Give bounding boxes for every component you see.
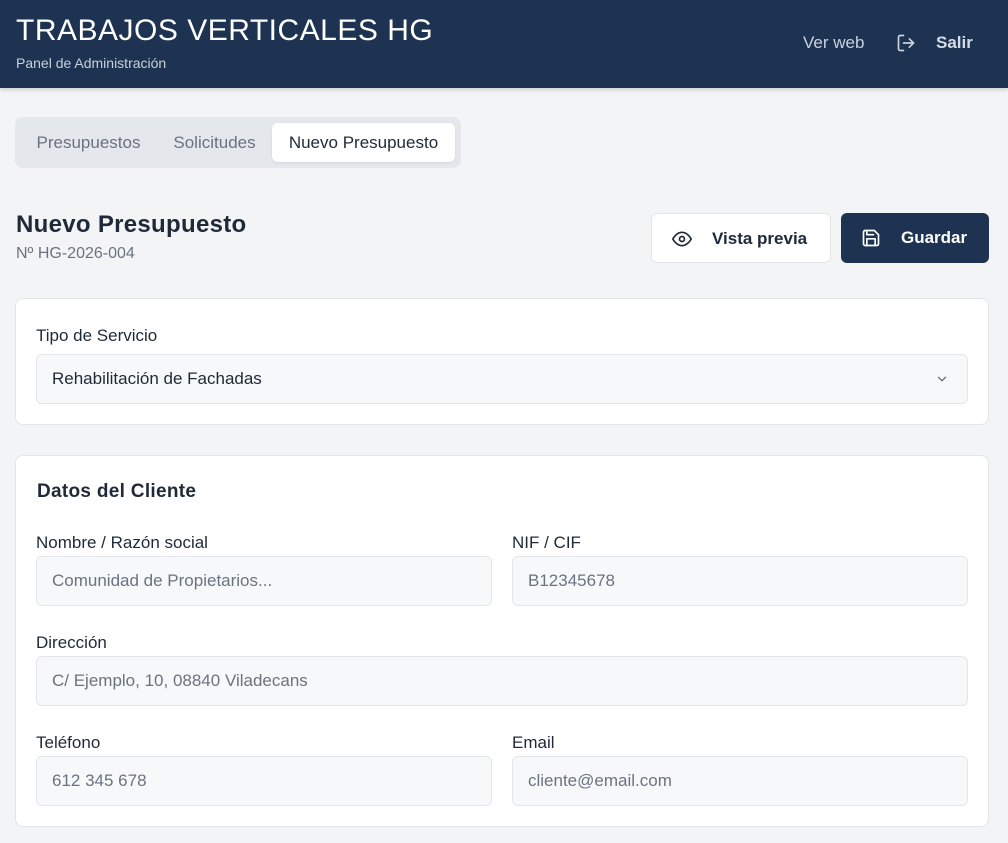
address-label: Dirección — [36, 633, 107, 652]
app-subtitle: Panel de Administración — [16, 55, 167, 71]
email-label: Email — [512, 733, 555, 752]
eye-icon — [672, 231, 692, 247]
save-button-label: Guardar — [901, 228, 968, 247]
preview-button-label: Vista previa — [712, 229, 808, 248]
email-input[interactable] — [512, 756, 968, 806]
preview-button[interactable]: Vista previa — [651, 213, 831, 263]
tab-nuevo-presupuesto[interactable]: Nuevo Presupuesto — [272, 123, 455, 162]
name-input[interactable] — [36, 556, 492, 606]
page-title: Nuevo Presupuesto — [16, 211, 247, 238]
service-selected-value: Rehabilitación de Fachadas — [52, 369, 262, 388]
service-card: Tipo de Servicio Rehabilitación de Facha… — [15, 298, 989, 425]
name-label: Nombre / Razón social — [36, 533, 208, 552]
address-input[interactable] — [36, 656, 968, 706]
chevron-down-icon — [937, 376, 947, 382]
ver-web-link[interactable]: Ver web — [803, 33, 864, 53]
app-header: TRABAJOS VERTICALES HG Panel de Administ… — [0, 0, 1008, 88]
nif-label: NIF / CIF — [512, 533, 581, 552]
salir-button[interactable]: Salir — [936, 33, 973, 53]
tab-solicitudes[interactable]: Solicitudes — [158, 123, 271, 162]
phone-input[interactable] — [36, 756, 492, 806]
budget-number: Nº HG-2026-004 — [16, 245, 135, 262]
service-label: Tipo de Servicio — [36, 326, 158, 345]
floppy-disk-icon — [862, 229, 880, 247]
client-section-title: Datos del Cliente — [37, 481, 197, 502]
phone-label: Teléfono — [36, 733, 101, 752]
app-title: TRABAJOS VERTICALES HG — [16, 14, 434, 47]
save-button[interactable]: Guardar — [841, 213, 989, 263]
nif-input[interactable] — [512, 556, 968, 606]
client-card: Datos del Cliente Nombre / Razón social … — [15, 455, 989, 827]
tab-bar: Presupuestos Solicitudes Nuevo Presupues… — [15, 117, 461, 168]
tab-presupuestos[interactable]: Presupuestos — [21, 123, 156, 162]
service-select[interactable]: Rehabilitación de Fachadas — [36, 354, 968, 404]
logout-icon[interactable] — [896, 33, 916, 53]
